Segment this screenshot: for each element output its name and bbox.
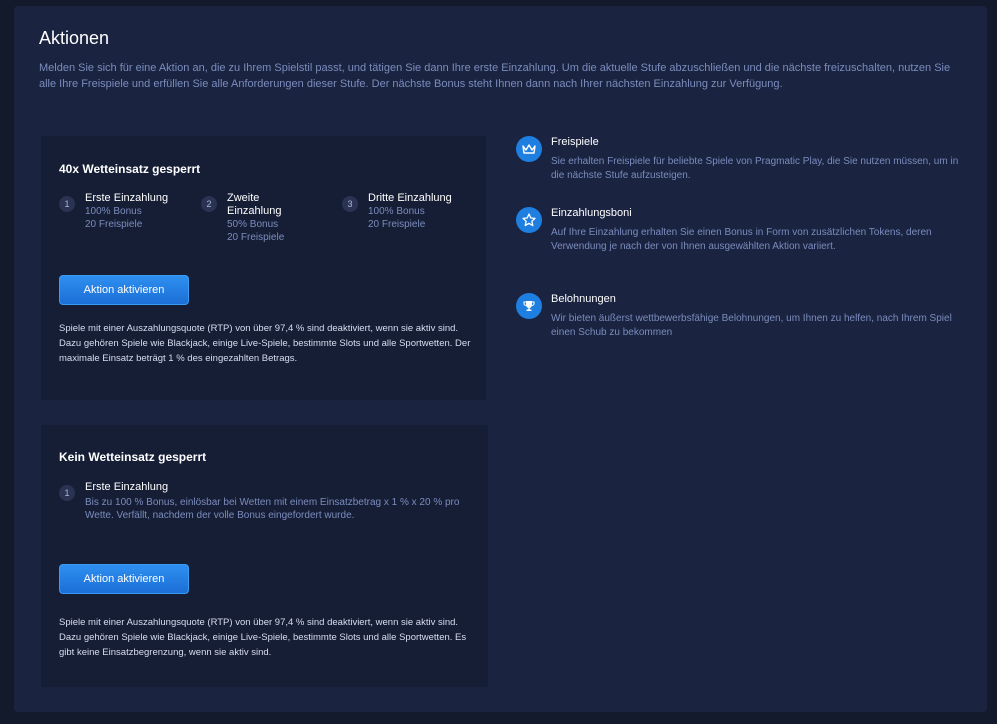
step-title: Zweite Einzahlung: [227, 192, 282, 217]
feature-description: Sie erhalten Freispiele für beliebte Spi…: [551, 156, 959, 181]
step-item: 1 Erste Einzahlung 100% Bonus 20 Freispi…: [59, 192, 189, 231]
step-number: 2: [201, 196, 217, 212]
step-description: Bis zu 100 % Bonus, einlösbar bei Wetten…: [85, 497, 460, 521]
feature-rewards: Belohnungen Wir bieten äußerst wettbewer…: [516, 293, 971, 340]
step-bonus: 50% Bonus: [227, 219, 279, 230]
step-bonus: 100% Bonus: [85, 206, 142, 217]
step-title: Dritte Einzahlung: [368, 192, 452, 204]
step-freespins: 20 Freispiele: [227, 232, 285, 243]
feature-title: Freispiele: [551, 136, 599, 148]
star-icon: [516, 207, 542, 233]
step-item: 2 Zweite Einzahlung 50% Bonus 20 Freispi…: [201, 192, 321, 244]
feature-title: Belohnungen: [551, 293, 616, 305]
step-item: 1 Erste Einzahlung Bis zu 100 % Bonus, e…: [59, 481, 479, 522]
step-title: Erste Einzahlung: [85, 192, 169, 204]
step-bonus: 100% Bonus: [368, 206, 425, 217]
page-title: Aktionen: [39, 28, 110, 48]
promotions-panel: Aktionen Melden Sie sich für eine Aktion…: [14, 6, 987, 712]
card-title: 40x Wetteinsatz gesperrt: [59, 162, 201, 176]
step-title: Erste Einzahlung: [85, 481, 169, 493]
step-number: 1: [59, 485, 75, 501]
terms-note: Spiele mit einer Auszahlungsquote (RTP) …: [59, 617, 467, 658]
feature-description: Wir bieten äußerst wettbewerbsfähige Bel…: [551, 313, 952, 338]
step-number: 3: [342, 196, 358, 212]
promo-card-wager-locked: 40x Wetteinsatz gesperrt 1 Erste Einzahl…: [41, 136, 486, 400]
intro-text: Melden Sie sich für eine Aktion an, die …: [39, 62, 951, 90]
feature-deposit-bonus: Einzahlungsboni Auf Ihre Einzahlung erha…: [516, 207, 971, 254]
step-number: 1: [59, 196, 75, 212]
promo-card-no-wager: Kein Wetteinsatz gesperrt 1 Erste Einzah…: [41, 425, 488, 687]
crown-icon: [516, 136, 542, 162]
card-title: Kein Wetteinsatz gesperrt: [59, 450, 207, 464]
trophy-icon: [516, 293, 542, 319]
activate-promo-button[interactable]: Aktion aktivieren: [59, 275, 189, 305]
step-item: 3 Dritte Einzahlung 100% Bonus 20 Freisp…: [342, 192, 482, 231]
activate-promo-button[interactable]: Aktion aktivieren: [59, 564, 189, 594]
feature-title: Einzahlungsboni: [551, 207, 632, 219]
step-freespins: 20 Freispiele: [368, 219, 426, 230]
step-freespins: 20 Freispiele: [85, 219, 143, 230]
feature-description: Auf Ihre Einzahlung erhalten Sie einen B…: [551, 227, 932, 252]
terms-note: Spiele mit einer Auszahlungsquote (RTP) …: [59, 323, 471, 364]
feature-freespins: Freispiele Sie erhalten Freispiele für b…: [516, 136, 971, 183]
